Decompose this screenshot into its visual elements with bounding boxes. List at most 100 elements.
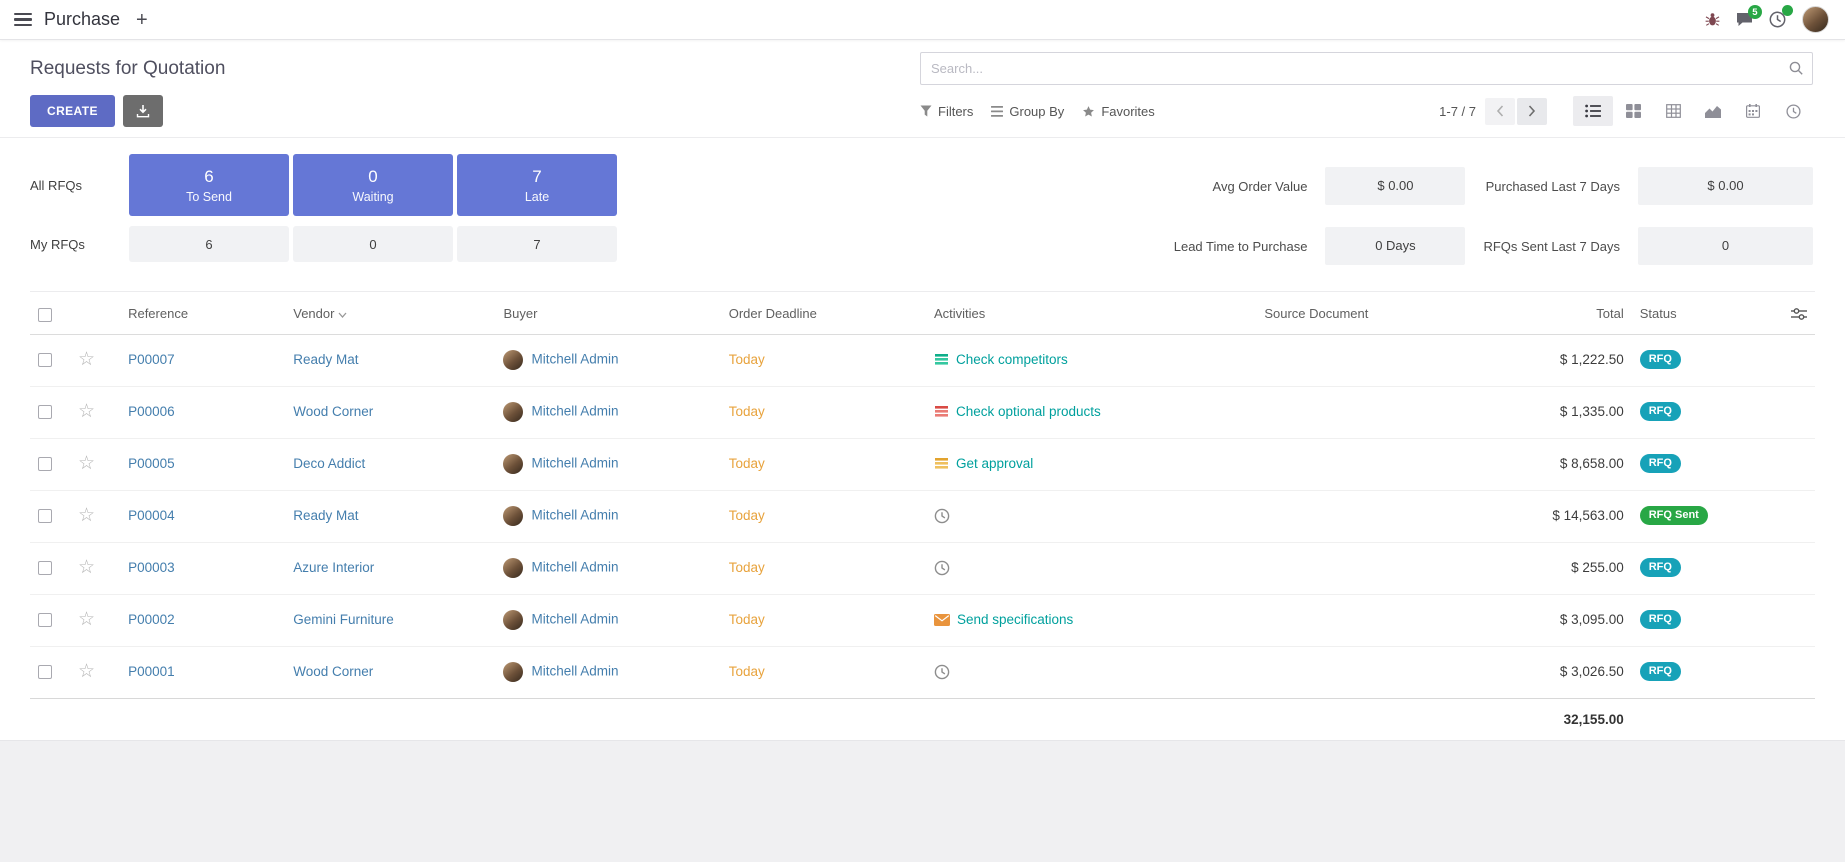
debug-bug-icon[interactable] [1705, 12, 1720, 27]
activity-clock-icon[interactable] [934, 664, 950, 680]
vendor-header-label: Vendor [293, 306, 334, 321]
view-activity-button[interactable] [1773, 96, 1813, 126]
header-total[interactable]: Total [1482, 292, 1632, 335]
reference-link[interactable]: P00004 [128, 508, 175, 523]
status-badge: RFQ [1640, 454, 1681, 473]
buyer-avatar [503, 454, 523, 474]
pivot-view-icon [1666, 104, 1681, 118]
calendar-view-icon [1746, 104, 1760, 118]
buyer-link[interactable]: Mitchell Admin [531, 455, 618, 470]
header-reference[interactable]: Reference [120, 292, 285, 335]
header-order-deadline[interactable]: Order Deadline [721, 292, 926, 335]
filters-button[interactable]: Filters [920, 104, 973, 119]
app-menu-purchase[interactable]: Purchase [44, 9, 120, 30]
vendor-link[interactable]: Wood Corner [293, 664, 373, 679]
table-row[interactable]: ☆ P00007 Ready Mat Mitchell Admin Today … [30, 334, 1815, 386]
filter-funnel-icon [920, 105, 932, 117]
reference-link[interactable]: P00003 [128, 560, 175, 575]
row-checkbox[interactable] [38, 353, 52, 367]
my-stat-late[interactable]: 7 [457, 226, 617, 262]
kpi-purchased-7d: $ 0.00 [1638, 167, 1813, 205]
favorite-star-icon[interactable]: ☆ [78, 661, 95, 682]
activity-link[interactable]: Check competitors [956, 352, 1068, 367]
select-all-checkbox[interactable] [38, 308, 52, 322]
messages-icon[interactable]: 5 [1736, 12, 1753, 27]
apps-menu-icon[interactable] [14, 10, 32, 30]
create-button[interactable]: CREATE [30, 95, 115, 127]
table-row[interactable]: ☆ P00002 Gemini Furniture Mitchell Admin… [30, 594, 1815, 646]
row-checkbox[interactable] [38, 405, 52, 419]
activity-link[interactable]: Send specifications [957, 612, 1073, 627]
view-graph-button[interactable] [1693, 96, 1733, 126]
buyer-avatar [503, 558, 523, 578]
total-amount: $ 1,222.50 [1560, 352, 1624, 367]
header-source-document[interactable]: Source Document [1256, 292, 1481, 335]
activity-clock-icon[interactable] [934, 560, 950, 576]
reference-link[interactable]: P00007 [128, 352, 175, 367]
view-kanban-button[interactable] [1613, 96, 1653, 126]
buyer-link[interactable]: Mitchell Admin [531, 351, 618, 366]
favorite-star-icon[interactable]: ☆ [78, 453, 95, 474]
group-by-button[interactable]: Group By [991, 104, 1064, 119]
reference-link[interactable]: P00005 [128, 456, 175, 471]
reference-link[interactable]: P00001 [128, 664, 175, 679]
stat-to-send[interactable]: 6 To Send [129, 154, 289, 216]
stat-late[interactable]: 7 Late [457, 154, 617, 216]
buyer-link[interactable]: Mitchell Admin [531, 403, 618, 418]
row-checkbox[interactable] [38, 613, 52, 627]
buyer-link[interactable]: Mitchell Admin [531, 559, 618, 574]
stat-waiting[interactable]: 0 Waiting [293, 154, 453, 216]
activity-link[interactable]: Get approval [956, 456, 1033, 471]
row-checkbox[interactable] [38, 561, 52, 575]
table-row[interactable]: ☆ P00005 Deco Addict Mitchell Admin Toda… [30, 438, 1815, 490]
header-activities[interactable]: Activities [926, 292, 1256, 335]
vendor-link[interactable]: Ready Mat [293, 352, 358, 367]
favorite-star-icon[interactable]: ☆ [78, 505, 95, 526]
row-checkbox[interactable] [38, 665, 52, 679]
reference-link[interactable]: P00002 [128, 612, 175, 627]
favorites-button[interactable]: Favorites [1082, 104, 1154, 119]
activity-envelope-icon [934, 614, 950, 626]
optional-columns-toggle[interactable] [1791, 307, 1807, 321]
row-checkbox[interactable] [38, 509, 52, 523]
activities-clock-icon[interactable] [1769, 11, 1786, 28]
view-calendar-button[interactable] [1733, 96, 1773, 126]
export-button[interactable] [123, 95, 163, 127]
table-row[interactable]: ☆ P00004 Ready Mat Mitchell Admin Today … [30, 490, 1815, 542]
header-buyer[interactable]: Buyer [495, 292, 720, 335]
user-avatar[interactable] [1802, 6, 1829, 33]
table-row[interactable]: ☆ P00006 Wood Corner Mitchell Admin Toda… [30, 386, 1815, 438]
search-input[interactable] [920, 52, 1813, 85]
my-stat-to-send[interactable]: 6 [129, 226, 289, 262]
favorite-star-icon[interactable]: ☆ [78, 557, 95, 578]
vendor-link[interactable]: Azure Interior [293, 560, 374, 575]
vendor-link[interactable]: Deco Addict [293, 456, 365, 471]
header-vendor[interactable]: Vendor [285, 292, 495, 335]
table-row[interactable]: ☆ P00001 Wood Corner Mitchell Admin Toda… [30, 646, 1815, 698]
activity-link[interactable]: Check optional products [956, 404, 1101, 419]
vendor-link[interactable]: Gemini Furniture [293, 612, 394, 627]
table-row[interactable]: ☆ P00003 Azure Interior Mitchell Admin T… [30, 542, 1815, 594]
vendor-link[interactable]: Wood Corner [293, 404, 373, 419]
favorite-star-icon[interactable]: ☆ [78, 609, 95, 630]
purchase-dashboard: All RFQs 6 To Send 0 Waiting 7 Late My R… [0, 137, 1845, 285]
favorite-star-icon[interactable]: ☆ [78, 401, 95, 422]
buyer-link[interactable]: Mitchell Admin [531, 663, 618, 678]
row-checkbox[interactable] [38, 457, 52, 471]
new-tab-plus-icon[interactable]: + [136, 10, 148, 30]
header-status[interactable]: Status [1632, 292, 1777, 335]
activity-clock-icon[interactable] [934, 508, 950, 524]
kpi-avg-order-value-label: Avg Order Value [1174, 179, 1308, 194]
buyer-link[interactable]: Mitchell Admin [531, 507, 618, 522]
view-list-button[interactable] [1573, 96, 1613, 126]
pager-next-button[interactable] [1517, 98, 1547, 125]
view-pivot-button[interactable] [1653, 96, 1693, 126]
favorite-star-icon[interactable]: ☆ [78, 349, 95, 370]
pager-previous-button[interactable] [1485, 98, 1515, 125]
my-stat-waiting[interactable]: 0 [293, 226, 453, 262]
vendor-link[interactable]: Ready Mat [293, 508, 358, 523]
status-badge: RFQ Sent [1640, 506, 1708, 525]
search-icon[interactable] [1788, 60, 1804, 81]
buyer-link[interactable]: Mitchell Admin [531, 611, 618, 626]
reference-link[interactable]: P00006 [128, 404, 175, 419]
